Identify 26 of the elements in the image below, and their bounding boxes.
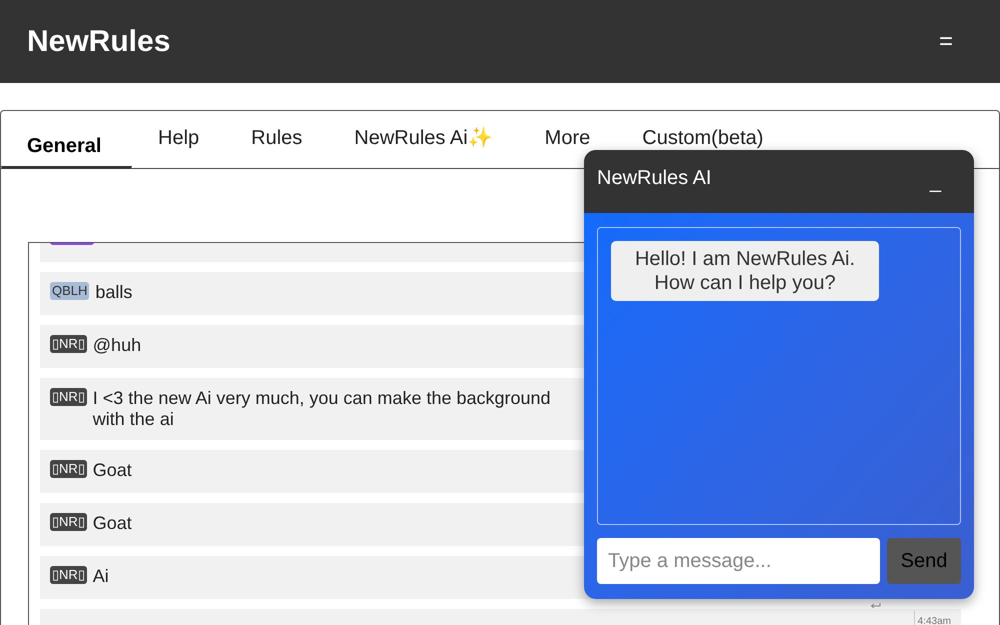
message-text: @huh [92, 335, 142, 356]
user-tag: ▯NR▯ [50, 335, 87, 353]
tab[interactable]: Custom(beta) [616, 111, 790, 151]
message-text: Ai [92, 566, 109, 587]
message-text: balls [95, 282, 132, 303]
message-text: Goat [92, 460, 132, 481]
message-text: Goat [92, 513, 132, 534]
user-tag: ▯NR▯ [50, 566, 87, 584]
ai-message: Hello! I am NewRules Ai. How can I help you? [611, 241, 879, 301]
user-tag: ▯NR▯ [50, 388, 87, 406]
user-tag: ▯NR▯ [50, 513, 87, 531]
minimize-button[interactable]: _ [930, 166, 941, 196]
tab[interactable]: General [1, 111, 132, 169]
user-tag: QBLH [50, 282, 90, 300]
message-text: I <3 the new Ai very much, you can make the background with the ai [92, 388, 551, 430]
reply-icon[interactable] [870, 602, 881, 609]
message-input[interactable]: Type a message... [597, 538, 880, 584]
menu-button[interactable]: = [938, 24, 953, 60]
tab[interactable]: NewRules Ai✨ [328, 111, 519, 151]
tab[interactable]: Rules [225, 111, 328, 151]
tab[interactable]: More [518, 111, 616, 151]
timestamp: 4:43am [914, 611, 951, 625]
tab[interactable]: Help [132, 111, 226, 151]
chat-title: NewRules AI [597, 166, 712, 190]
user-tag: ▯NR▯ [50, 460, 87, 478]
app-title: NewRules [27, 24, 170, 60]
